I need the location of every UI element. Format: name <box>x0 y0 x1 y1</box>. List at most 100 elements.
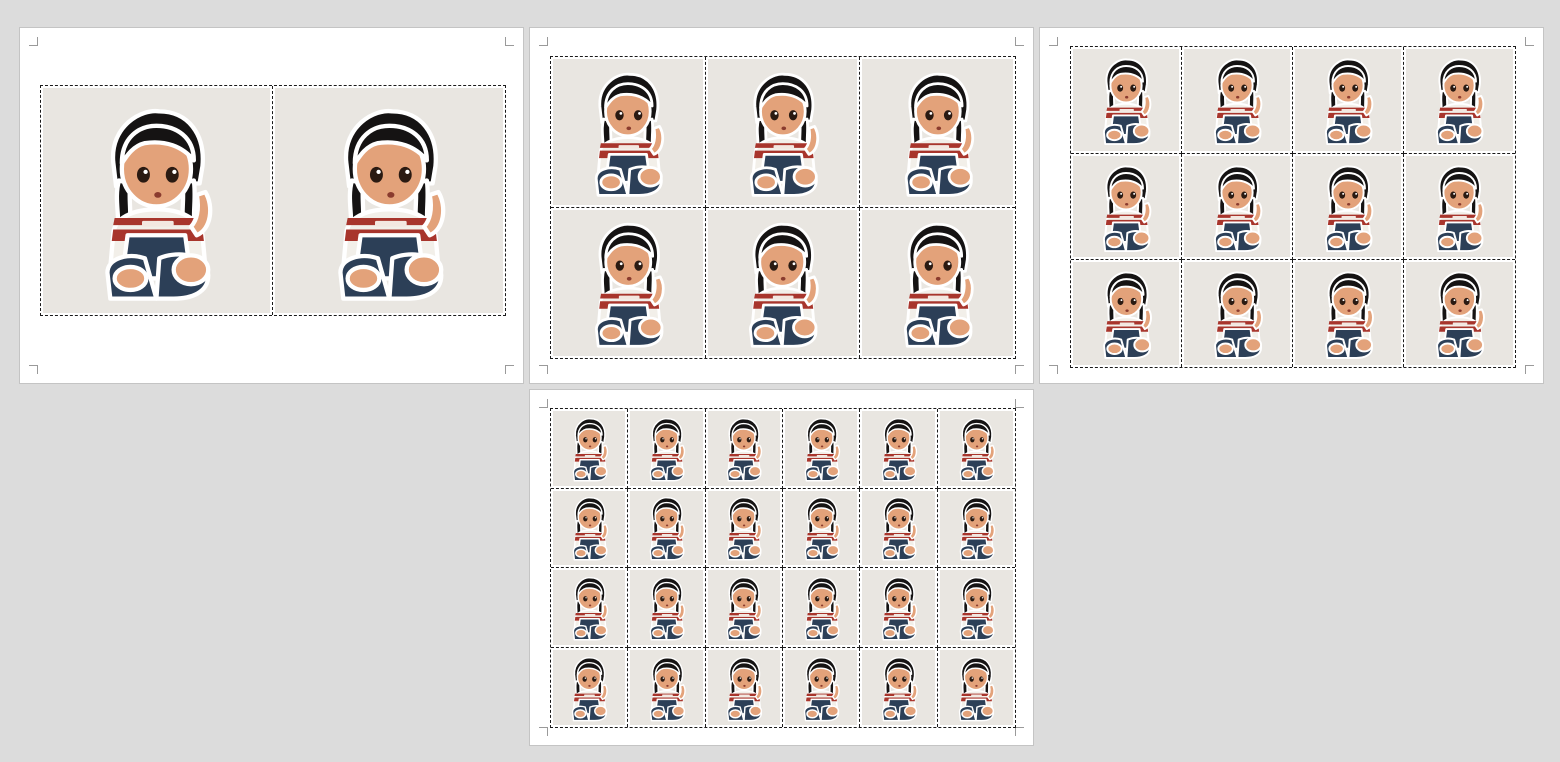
crop-mark <box>505 37 514 46</box>
girl-sticker-illustration <box>862 649 935 725</box>
photo-cell[interactable] <box>860 208 1015 359</box>
photo-cell[interactable] <box>1293 153 1404 261</box>
photo-cell[interactable] <box>706 647 783 727</box>
photo-cell[interactable] <box>783 647 861 727</box>
girl-sticker-illustration <box>785 570 858 645</box>
crop-mark <box>1015 399 1024 408</box>
girl-sticker-illustration <box>1295 155 1401 258</box>
photo-cell[interactable] <box>1071 153 1182 261</box>
crop-mark <box>539 37 548 46</box>
page-12-up[interactable] <box>1039 27 1544 384</box>
girl-sticker-illustration <box>862 490 935 565</box>
crop-mark <box>1049 37 1058 46</box>
crop-mark <box>29 37 38 46</box>
girl-sticker-illustration <box>1295 262 1401 365</box>
page-24-up[interactable] <box>529 389 1034 746</box>
photo-cell[interactable] <box>705 568 783 648</box>
photo-cell[interactable] <box>706 207 861 358</box>
photo-cell[interactable] <box>860 409 938 489</box>
girl-sticker-illustration <box>785 490 858 565</box>
photo-cell[interactable] <box>1293 260 1404 367</box>
photo-cell[interactable] <box>783 409 861 489</box>
photo-cell[interactable] <box>860 647 938 727</box>
photo-cell[interactable] <box>551 568 629 648</box>
girl-sticker-illustration <box>785 411 858 486</box>
crop-mark <box>539 727 548 736</box>
photo-cell[interactable] <box>1182 260 1293 367</box>
page-2-up[interactable] <box>19 27 524 384</box>
photo-grid <box>1070 46 1516 368</box>
photo-cell[interactable] <box>1404 260 1515 367</box>
girl-sticker-illustration <box>1184 49 1290 151</box>
photo-cell[interactable] <box>551 488 629 568</box>
girl-sticker-illustration <box>707 649 780 725</box>
girl-sticker-illustration <box>939 649 1013 725</box>
girl-sticker-illustration <box>553 570 626 645</box>
girl-sticker-illustration <box>553 209 703 356</box>
photo-cell[interactable] <box>1293 47 1404 154</box>
crop-mark <box>1049 365 1058 374</box>
photo-cell[interactable] <box>1182 153 1293 261</box>
girl-sticker-illustration <box>862 411 935 486</box>
photo-cell[interactable] <box>860 57 1015 208</box>
girl-sticker-illustration <box>707 59 858 205</box>
photo-cell[interactable] <box>860 568 938 648</box>
girl-sticker-illustration <box>1406 262 1513 365</box>
photo-cell[interactable] <box>1071 47 1182 154</box>
photo-cell[interactable] <box>705 57 861 208</box>
girl-sticker-illustration <box>630 411 703 486</box>
girl-sticker-illustration <box>1073 262 1179 365</box>
girl-sticker-illustration <box>707 209 858 356</box>
photo-cell[interactable] <box>937 489 1015 568</box>
photo-cell[interactable] <box>860 488 938 568</box>
girl-sticker-illustration <box>939 490 1013 565</box>
crop-mark <box>1525 37 1534 46</box>
photo-cell[interactable] <box>628 568 706 648</box>
crop-mark <box>1525 365 1534 374</box>
photo-cell[interactable] <box>628 647 706 727</box>
photo-grid <box>40 85 506 316</box>
photo-cell[interactable] <box>1404 154 1515 261</box>
photo-cell[interactable] <box>705 488 783 568</box>
girl-sticker-illustration <box>553 649 626 725</box>
girl-sticker-illustration <box>707 570 780 645</box>
photo-cell[interactable] <box>628 409 706 489</box>
girl-sticker-illustration <box>1184 262 1290 365</box>
photo-cell[interactable] <box>551 207 706 358</box>
girl-sticker-illustration <box>630 649 703 725</box>
photo-cell[interactable] <box>1182 47 1293 154</box>
photo-grid <box>550 408 1016 728</box>
girl-sticker-illustration <box>707 411 780 486</box>
photo-cell[interactable] <box>783 488 861 568</box>
photo-cell[interactable] <box>1404 47 1515 154</box>
photo-cell[interactable] <box>783 568 861 648</box>
photo-cell[interactable] <box>1071 260 1182 367</box>
girl-sticker-illustration <box>275 88 503 313</box>
girl-sticker-illustration <box>862 209 1013 356</box>
photo-cell[interactable] <box>705 409 783 489</box>
girl-sticker-illustration <box>630 570 703 645</box>
crop-mark <box>505 365 514 374</box>
girl-sticker-illustration <box>862 570 935 645</box>
girl-sticker-illustration <box>1295 49 1401 151</box>
girl-sticker-illustration <box>1073 155 1179 258</box>
photo-cell[interactable] <box>937 568 1015 648</box>
photo-cell[interactable] <box>551 647 629 727</box>
girl-sticker-illustration <box>1406 155 1513 258</box>
photo-cell[interactable] <box>551 409 629 489</box>
photo-cell[interactable] <box>938 648 1015 728</box>
girl-sticker-illustration <box>862 59 1013 205</box>
photo-cell[interactable] <box>937 409 1015 489</box>
crop-mark <box>1015 37 1024 46</box>
girl-sticker-illustration <box>553 490 626 565</box>
girl-sticker-illustration <box>785 649 858 725</box>
photo-cell[interactable] <box>41 86 273 315</box>
girl-sticker-illustration <box>630 490 703 565</box>
photo-cell[interactable] <box>551 57 706 208</box>
page-6-up[interactable] <box>529 27 1034 384</box>
girl-sticker-illustration <box>1406 49 1513 151</box>
photo-cell[interactable] <box>273 86 505 315</box>
photo-cell[interactable] <box>628 488 706 568</box>
girl-sticker-illustration <box>1073 49 1179 151</box>
print-preview-canvas <box>0 0 1560 762</box>
